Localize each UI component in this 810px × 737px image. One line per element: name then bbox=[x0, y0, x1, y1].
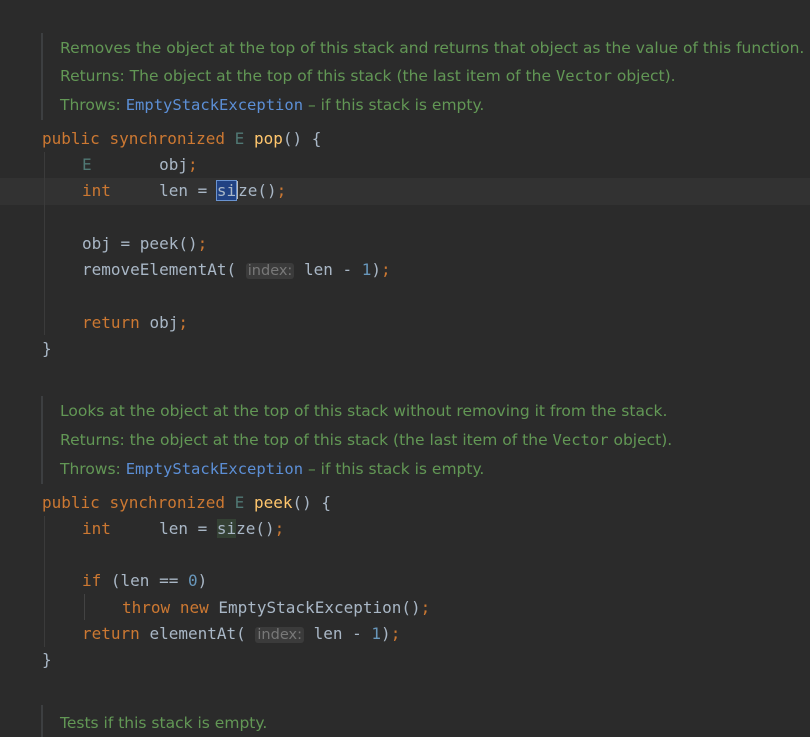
code-line: E obj; bbox=[82, 155, 198, 174]
method-name-pop: pop bbox=[253, 129, 283, 148]
javadoc-empty[interactable]: Tests if this stack is empty. bbox=[41, 705, 267, 737]
code-line: removeElementAt( index: len - 1); bbox=[82, 260, 391, 279]
usage-highlight: si bbox=[216, 519, 237, 538]
indent-guide bbox=[44, 152, 45, 335]
code-line: return elementAt( index: len - 1); bbox=[82, 624, 401, 643]
exception-link[interactable]: EmptyStackException bbox=[126, 460, 303, 478]
indent-guide bbox=[84, 594, 85, 620]
doc-line: Throws: EmptyStackException – if this st… bbox=[60, 96, 485, 114]
code-line: if (len == 0) bbox=[82, 571, 208, 590]
caret-selection: si bbox=[215, 180, 238, 201]
code-line: int len = size(); bbox=[82, 180, 287, 201]
code-editor[interactable]: Removes the object at the top of this st… bbox=[0, 0, 810, 737]
code-line: return obj; bbox=[82, 313, 188, 332]
code-line: obj = peek(); bbox=[82, 234, 208, 253]
closing-brace: } bbox=[42, 339, 52, 358]
doc-line: Returns: the object at the top of this s… bbox=[60, 431, 673, 449]
peek-signature: public synchronized E peek() { bbox=[42, 493, 332, 512]
doc-line: Tests if this stack is empty. bbox=[60, 714, 268, 732]
javadoc-peek[interactable]: Looks at the object at the top of this s… bbox=[41, 396, 672, 484]
doc-line: Removes the object at the top of this st… bbox=[60, 39, 805, 57]
method-name-peek: peek bbox=[253, 493, 293, 512]
indent-guide bbox=[44, 516, 45, 647]
closing-brace: } bbox=[42, 650, 52, 669]
doc-line: Returns: The object at the top of this s… bbox=[60, 67, 676, 85]
pop-signature: public synchronized E pop() { bbox=[42, 129, 322, 148]
javadoc-pop[interactable]: Removes the object at the top of this st… bbox=[41, 33, 804, 120]
exception-link[interactable]: EmptyStackException bbox=[126, 96, 303, 114]
code-line: throw new EmptyStackException(); bbox=[122, 598, 431, 617]
param-hint: index: bbox=[255, 627, 304, 643]
doc-line: Looks at the object at the top of this s… bbox=[60, 402, 668, 420]
doc-line: Throws: EmptyStackException – if this st… bbox=[60, 460, 485, 478]
code-line: int len = size(); bbox=[82, 519, 285, 538]
param-hint: index: bbox=[245, 263, 295, 279]
